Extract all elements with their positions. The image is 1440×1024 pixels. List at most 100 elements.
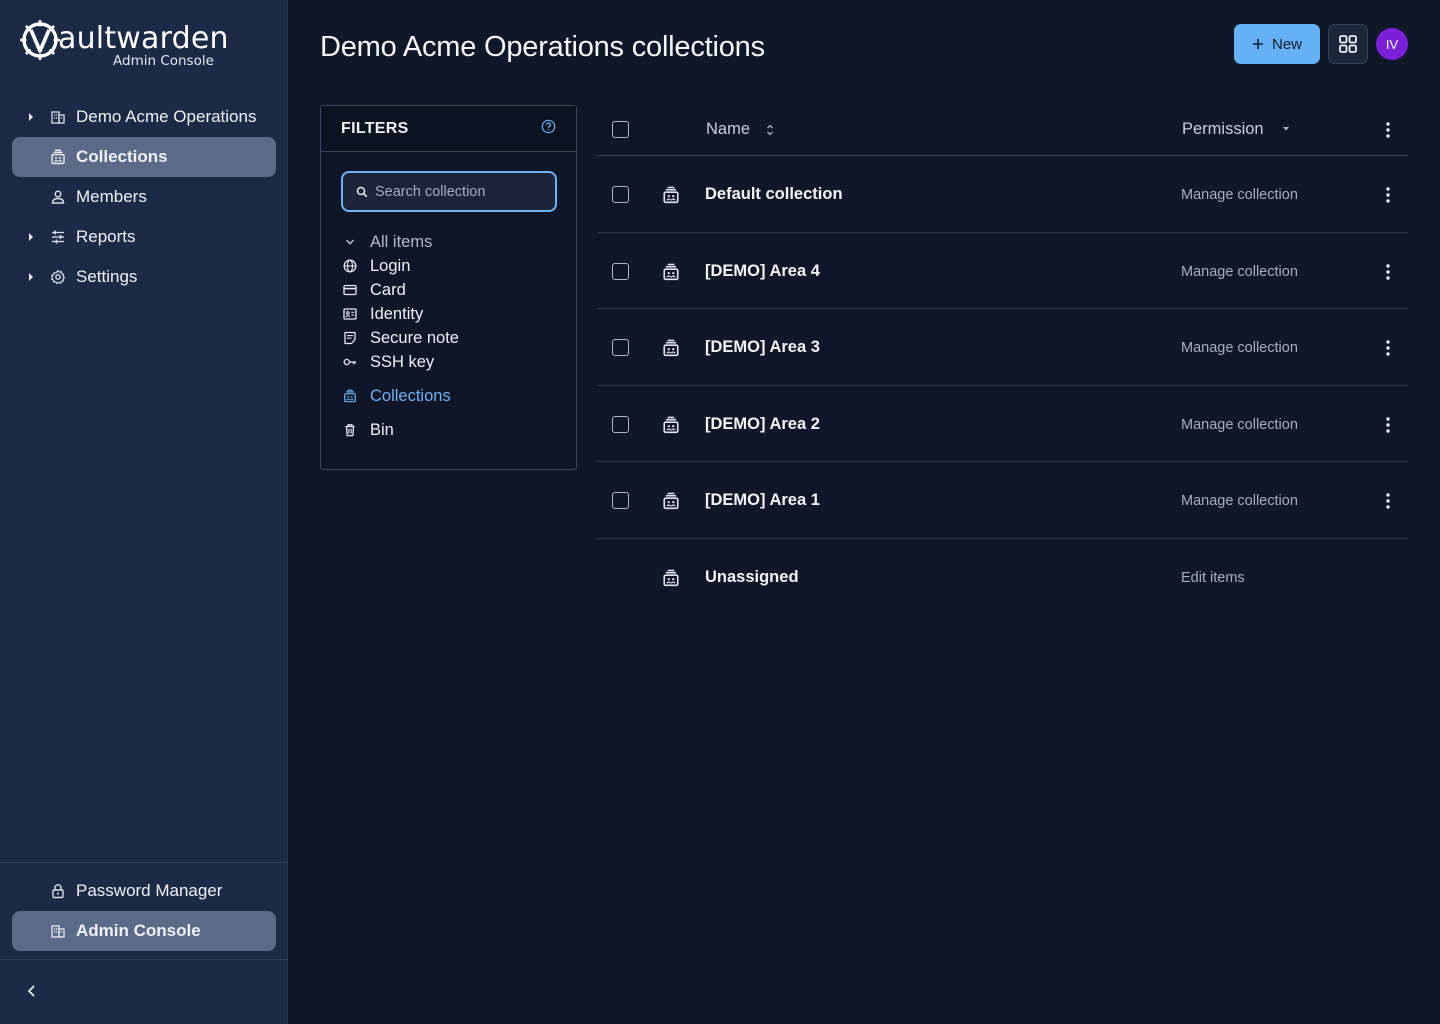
filter-label: Card (370, 281, 406, 299)
sidebar-item-password-manager[interactable]: Password Manager (12, 871, 276, 911)
collection-name[interactable]: [DEMO] Area 1 (705, 490, 820, 510)
help-icon[interactable] (541, 119, 556, 134)
filter-label: Login (370, 257, 411, 275)
caret-right-icon[interactable] (27, 111, 35, 123)
table-row[interactable]: [DEMO] Area 1 Manage collection (597, 462, 1408, 539)
search-icon (356, 186, 368, 198)
filter-card[interactable]: Card (343, 278, 563, 302)
more-options-icon[interactable] (1384, 492, 1392, 510)
row-checkbox[interactable] (612, 492, 629, 509)
filter-label: Collections (370, 387, 451, 405)
more-options-icon[interactable] (1384, 186, 1392, 204)
collection-icon (662, 339, 680, 357)
sidebar-item-label: Demo Acme Operations (76, 107, 257, 126)
building-icon (50, 109, 66, 125)
collection-icon (343, 389, 357, 403)
filter-label: All items (370, 233, 433, 251)
row-checkbox[interactable] (612, 262, 629, 280)
collection-permission: Manage collection (1181, 493, 1298, 509)
table-row[interactable]: Default collection Manage collection (597, 156, 1408, 233)
user-icon (50, 189, 66, 205)
table-row[interactable]: [DEMO] Area 2 Manage collection (597, 386, 1408, 462)
more-options-icon[interactable] (1384, 416, 1392, 434)
filter-label: SSH key (370, 353, 435, 371)
sliders-icon (50, 229, 66, 245)
collection-icon (662, 263, 680, 281)
table-header: Name Permission (597, 105, 1408, 156)
logo-subtitle: Admin Console (113, 53, 214, 69)
collection-name[interactable]: [DEMO] Area 2 (705, 414, 820, 434)
plus-icon (1252, 39, 1263, 49)
filter-secure-note[interactable]: Secure note (343, 326, 563, 350)
sort-icon[interactable] (765, 123, 775, 137)
collections-table: Name Permission Default collection Manag… (597, 105, 1408, 615)
caret-down-icon[interactable] (1282, 126, 1290, 132)
filter-label: Identity (370, 305, 424, 323)
collection-icon (662, 569, 680, 587)
sidebar-item-label: Admin Console (76, 921, 201, 940)
select-all-checkbox[interactable] (612, 121, 629, 138)
globe-icon (343, 259, 357, 273)
table-row[interactable]: Unassigned Edit items (597, 539, 1408, 616)
more-options-icon[interactable] (1384, 339, 1392, 357)
column-header-name[interactable]: Name (706, 120, 750, 139)
new-button[interactable]: New (1234, 24, 1320, 64)
collection-name[interactable]: [DEMO] Area 4 (705, 261, 820, 281)
product-switcher-button[interactable] (1328, 24, 1368, 64)
sidebar-item-label: Settings (76, 267, 138, 286)
column-header-permission[interactable]: Permission (1182, 120, 1264, 139)
collection-permission: Manage collection (1181, 263, 1298, 280)
table-row[interactable]: [DEMO] Area 4 Manage collection (597, 233, 1408, 309)
filters-header: FILTERS (321, 106, 576, 152)
sidebar-item-settings[interactable]: Settings (12, 257, 276, 297)
filter-bin[interactable]: Bin (343, 418, 563, 442)
sidebar: aultwarden Admin Console Demo Acme Opera… (0, 0, 288, 1024)
id-card-icon (343, 307, 357, 321)
sidebar-item-organization[interactable]: Demo Acme Operations (12, 97, 276, 137)
filter-login[interactable]: Login (343, 254, 563, 278)
collection-permission: Edit items (1181, 569, 1245, 586)
chevron-down-icon[interactable] (343, 235, 357, 249)
row-checkbox[interactable] (612, 186, 629, 203)
filter-identity[interactable]: Identity (343, 302, 563, 326)
collection-name[interactable]: Default collection (705, 184, 843, 204)
filters-panel: FILTERS All items Login Card Identity (320, 105, 577, 470)
caret-right-icon[interactable] (27, 231, 35, 243)
collection-icon (50, 149, 66, 165)
table-row[interactable]: [DEMO] Area 3 Manage collection (597, 309, 1408, 386)
collection-icon (662, 186, 680, 204)
sidebar-item-label: Members (76, 187, 147, 206)
caret-right-icon[interactable] (27, 271, 35, 283)
page-title: Demo Acme Operations collections (320, 31, 765, 63)
credit-card-icon (343, 283, 357, 297)
sidebar-item-admin-console[interactable]: Admin Console (12, 911, 276, 951)
filters-title: FILTERS (341, 120, 409, 137)
sidebar-item-label: Password Manager (76, 881, 223, 900)
search-field[interactable] (341, 171, 557, 212)
sidebar-item-collections[interactable]: Collections (12, 137, 276, 177)
sidebar-nav: Demo Acme Operations Collections Members… (12, 97, 276, 297)
sidebar-item-label: Reports (76, 227, 136, 246)
more-options-icon[interactable] (1384, 121, 1392, 139)
grid-icon (1339, 35, 1357, 53)
filter-ssh-key[interactable]: SSH key (343, 350, 563, 374)
filter-all-items[interactable]: All items (343, 230, 563, 254)
more-options-icon[interactable] (1384, 263, 1392, 281)
vaultwarden-logo[interactable]: aultwarden Admin Console (20, 18, 240, 69)
row-checkbox[interactable] (612, 339, 629, 356)
product-switcher-nav: Password Manager Admin Console (12, 871, 276, 951)
avatar[interactable]: IV (1376, 28, 1408, 60)
row-checkbox[interactable] (612, 415, 629, 433)
lock-icon (50, 883, 66, 899)
collection-name[interactable]: Unassigned (705, 567, 799, 587)
collection-name[interactable]: [DEMO] Area 3 (705, 337, 820, 357)
vaultwarden-wheel-icon (20, 20, 60, 60)
filter-collections[interactable]: Collections (343, 384, 563, 408)
sidebar-item-reports[interactable]: Reports (12, 217, 276, 257)
search-input[interactable] (375, 181, 545, 203)
divider (0, 959, 288, 960)
collapse-sidebar-chevron-left-icon[interactable] (22, 981, 42, 1001)
sidebar-item-members[interactable]: Members (12, 177, 276, 217)
logo-wordmark: aultwarden (58, 21, 229, 56)
collection-permission: Manage collection (1181, 340, 1298, 356)
